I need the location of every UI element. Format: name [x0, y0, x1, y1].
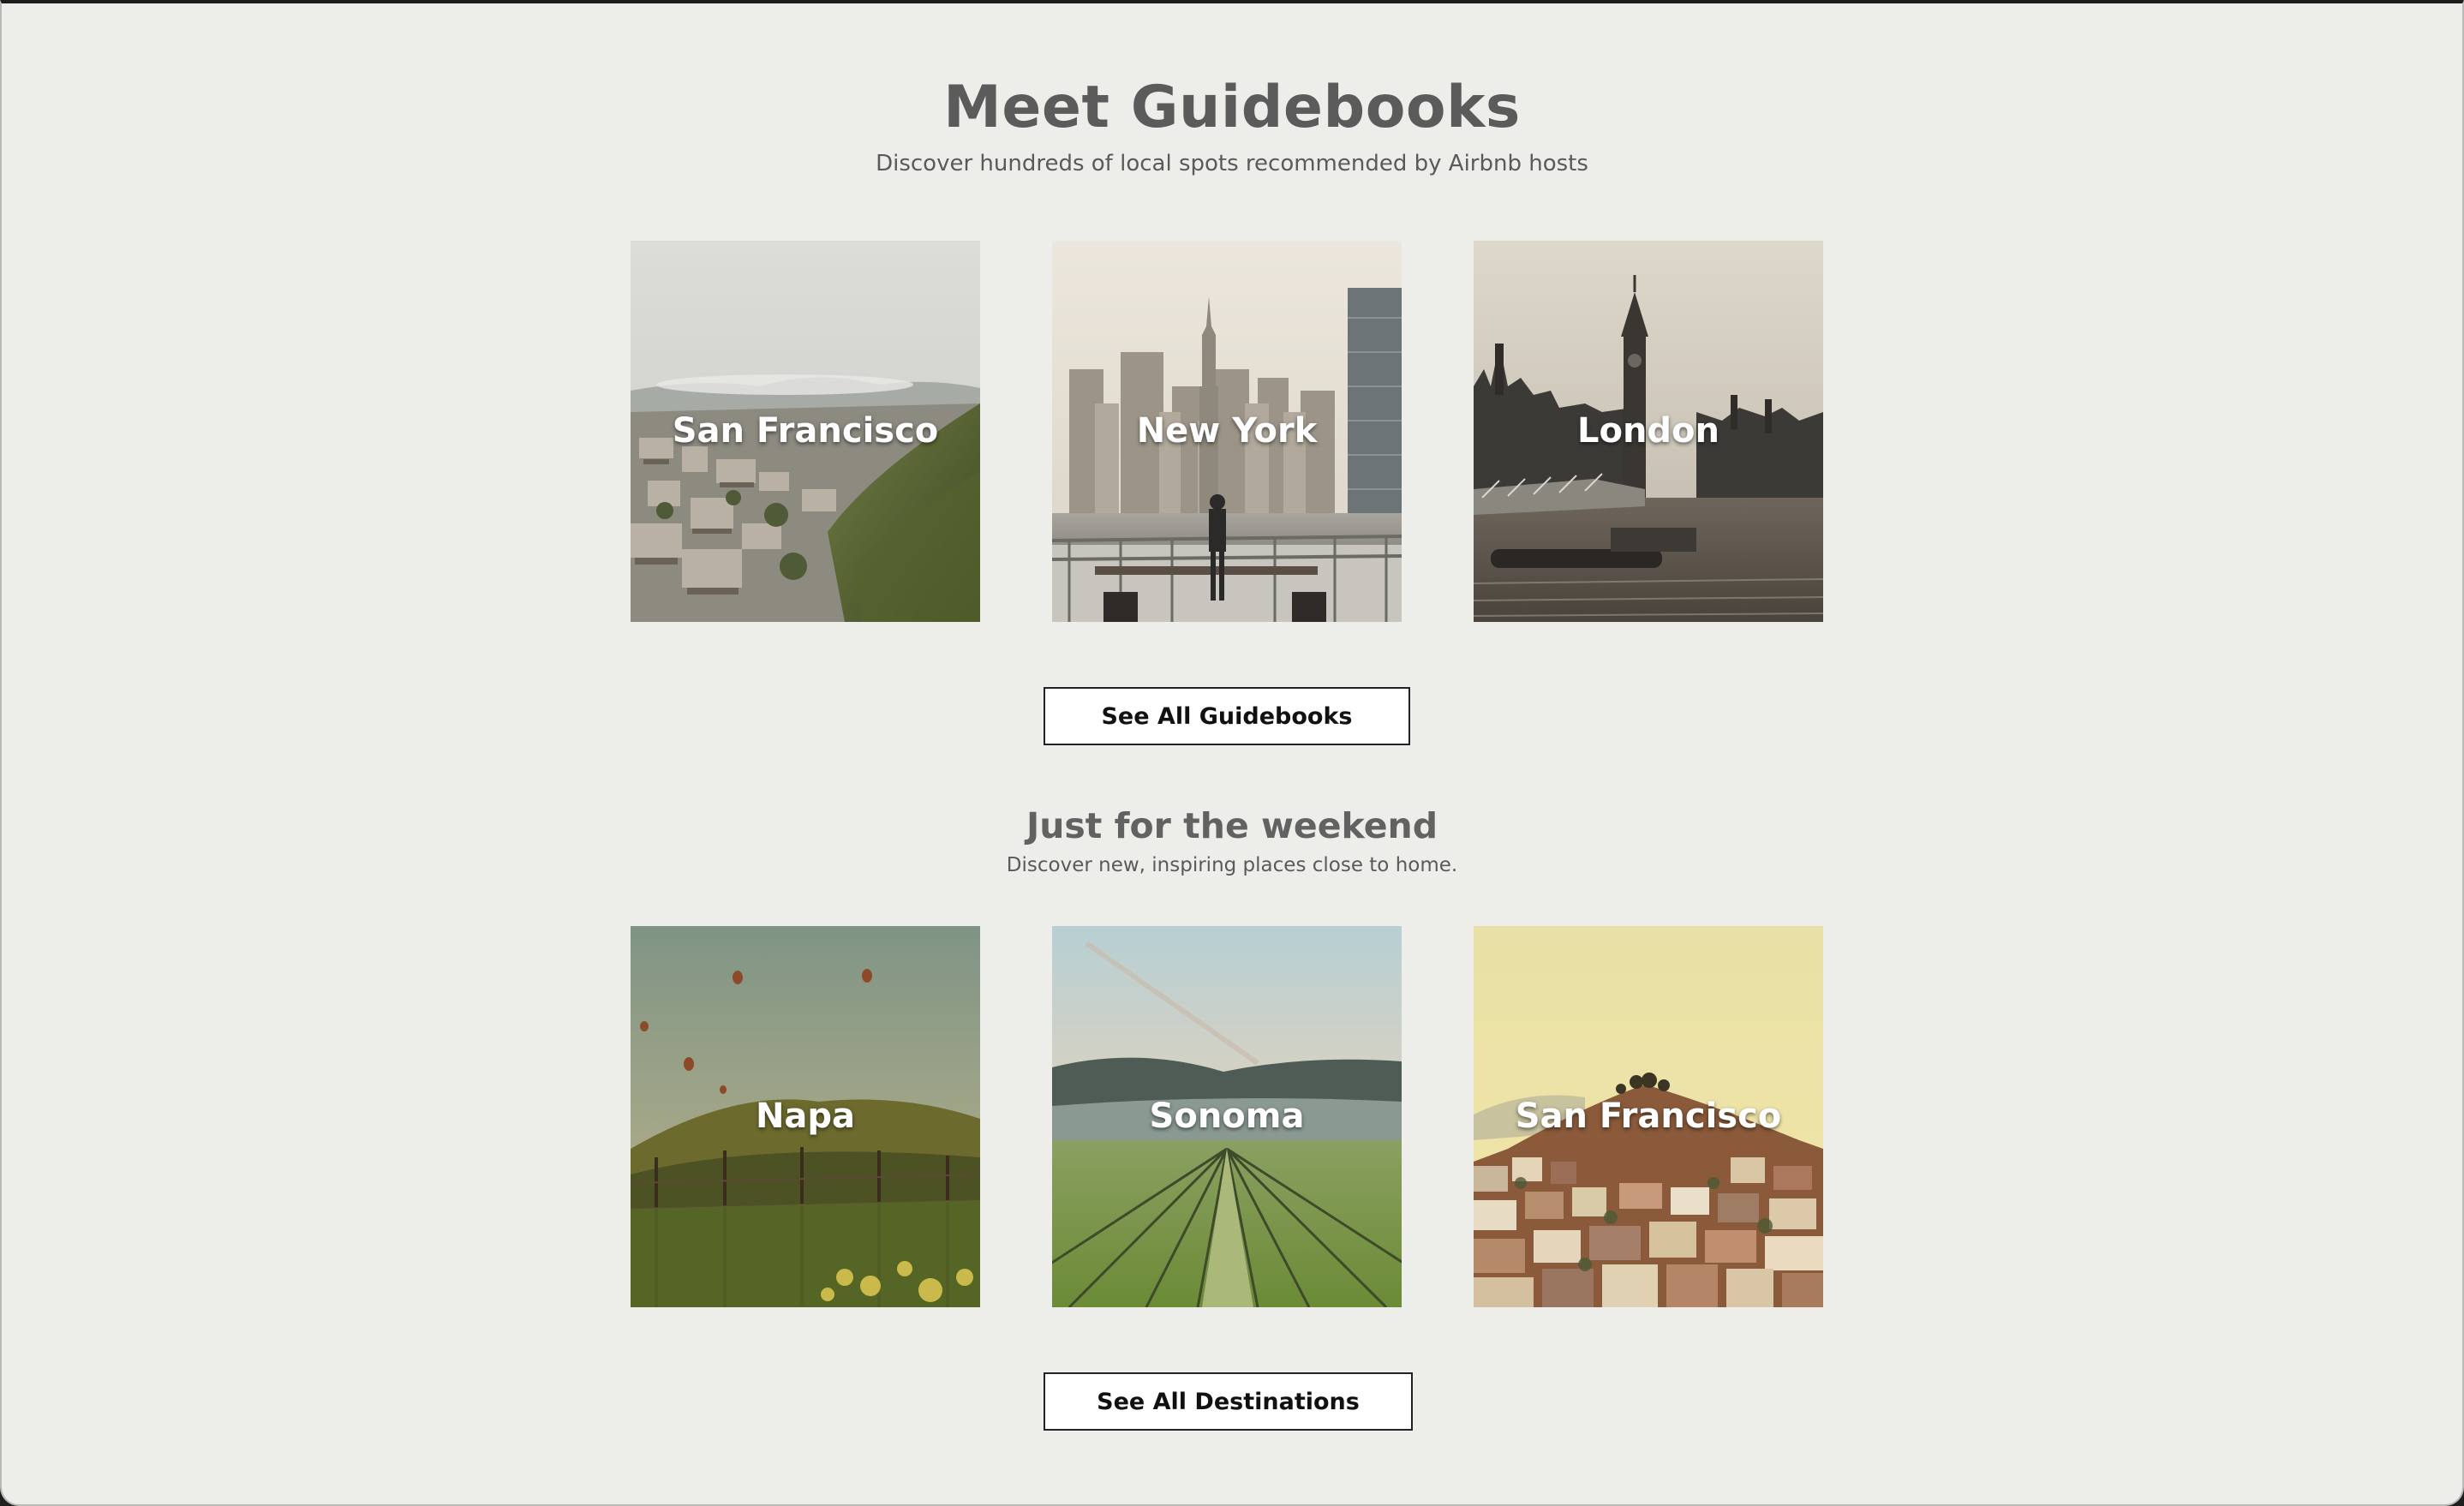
see-all-destinations-button[interactable]: See All Destinations	[1044, 1372, 1413, 1431]
card-label: London	[1576, 410, 1720, 451]
weekend-title: Just for the weekend	[1026, 805, 1438, 846]
guidebook-card-new-york[interactable]: New York	[1052, 241, 1402, 622]
guidebook-card-london[interactable]: London	[1474, 241, 1823, 622]
see-all-guidebooks-button[interactable]: See All Guidebooks	[1044, 687, 1410, 745]
guidebooks-subtitle: Discover hundreds of local spots recomme…	[876, 151, 1588, 176]
card-label: San Francisco	[672, 410, 939, 451]
card-label: Sonoma	[1149, 1096, 1305, 1136]
card-label: San Francisco	[1515, 1096, 1782, 1136]
guidebook-card-san-francisco[interactable]: San Francisco	[631, 241, 980, 622]
destination-card-napa[interactable]: Napa	[631, 926, 980, 1307]
card-label: Napa	[755, 1096, 856, 1136]
card-label: New York	[1136, 410, 1318, 451]
page-frame: Meet Guidebooks Discover hundreds of loc…	[0, 0, 2464, 1506]
guidebooks-title: Meet Guidebooks	[943, 74, 1521, 141]
weekend-subtitle: Discover new, inspiring places close to …	[1006, 854, 1458, 876]
destination-card-san-francisco[interactable]: San Francisco	[1474, 926, 1823, 1307]
destination-card-sonoma[interactable]: Sonoma	[1052, 926, 1402, 1307]
